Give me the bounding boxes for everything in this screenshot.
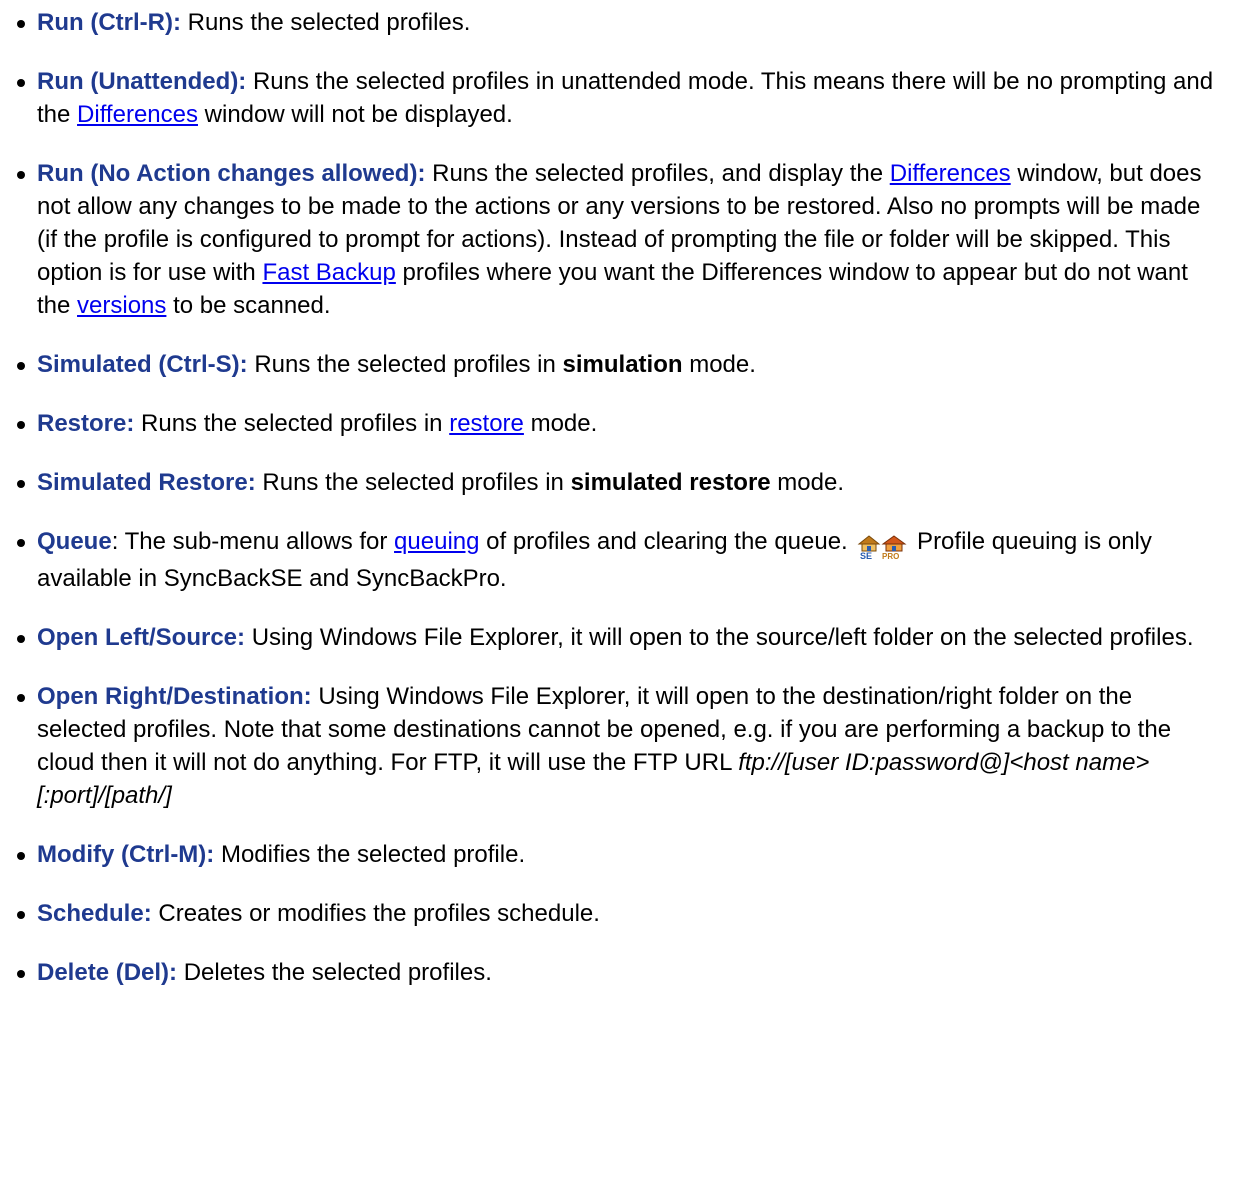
- term-queue: Queue: [37, 528, 112, 555]
- desc-text: Deletes the selected profiles.: [177, 959, 492, 986]
- edition-icons: SE PRO: [857, 529, 907, 562]
- syncback-se-icon: SE: [857, 535, 881, 560]
- versions-link[interactable]: versions: [77, 292, 166, 319]
- term-open-right: Open Right/Destination:: [37, 683, 312, 710]
- restore-link[interactable]: restore: [449, 410, 524, 437]
- desc-text: Runs the selected profiles, and display …: [425, 160, 890, 187]
- list-item-modify: Modify (Ctrl-M): Modifies the selected p…: [0, 838, 1221, 871]
- fast-backup-link[interactable]: Fast Backup: [262, 259, 395, 286]
- bullet-icon: [17, 539, 25, 547]
- bullet-icon: [17, 421, 25, 429]
- list-item-simulated-restore: Simulated Restore: Runs the selected pro…: [0, 466, 1221, 499]
- desc-text: mode.: [770, 469, 845, 496]
- syncback-pro-icon: PRO: [881, 535, 907, 560]
- term-schedule: Schedule:: [37, 900, 152, 927]
- list-item-queue: Queue: The sub-menu allows for queuing o…: [0, 525, 1221, 595]
- desc-text: : The sub-menu allows for: [111, 528, 395, 555]
- list-item-delete: Delete (Del): Deletes the selected profi…: [0, 956, 1221, 989]
- bullet-icon: [17, 362, 25, 370]
- desc-text: Runs the selected profiles in: [247, 351, 563, 378]
- term-delete: Delete (Del):: [37, 959, 178, 986]
- help-document: Run (Ctrl-R): Runs the selected profiles…: [0, 0, 1233, 989]
- desc-text: Creates or modifies the profiles schedul…: [151, 900, 600, 927]
- term-simulated-restore: Simulated Restore:: [37, 469, 256, 496]
- menu-options-list: Run (Ctrl-R): Runs the selected profiles…: [0, 6, 1221, 989]
- term-restore: Restore:: [37, 410, 135, 437]
- bullet-icon: [17, 480, 25, 488]
- desc-text: to be scanned.: [166, 292, 331, 319]
- list-item-schedule: Schedule: Creates or modifies the profil…: [0, 897, 1221, 930]
- svg-text:SE: SE: [860, 551, 872, 560]
- desc-text: Runs the selected profiles in: [255, 469, 571, 496]
- desc-run: Runs the selected profiles.: [180, 9, 471, 36]
- desc-text: Using Windows File Explorer, it will ope…: [245, 624, 1194, 651]
- list-item-open-left: Open Left/Source: Using Windows File Exp…: [0, 621, 1221, 654]
- bullet-icon: [17, 970, 25, 978]
- list-item-run-no-action: Run (No Action changes allowed): Runs th…: [0, 157, 1221, 322]
- list-item-simulated: Simulated (Ctrl-S): Runs the selected pr…: [0, 348, 1221, 381]
- term-open-left: Open Left/Source:: [37, 624, 246, 651]
- emphasis-simulation: simulation: [562, 351, 683, 378]
- bullet-icon: [17, 694, 25, 702]
- desc-text: mode.: [682, 351, 756, 378]
- list-item-run-unattended: Run (Unattended): Runs the selected prof…: [0, 65, 1221, 131]
- differences-link[interactable]: Differences: [890, 160, 1011, 187]
- term-modify: Modify (Ctrl-M):: [37, 841, 215, 868]
- term-simulated: Simulated (Ctrl-S):: [37, 351, 248, 378]
- bullet-icon: [17, 79, 25, 87]
- term-run: Run (Ctrl-R):: [37, 9, 181, 36]
- desc-text: window will not be displayed.: [197, 101, 513, 128]
- bullet-icon: [17, 852, 25, 860]
- list-item-run: Run (Ctrl-R): Runs the selected profiles…: [0, 6, 1221, 39]
- svg-text:PRO: PRO: [882, 552, 899, 560]
- desc-text: Runs the selected profiles in: [134, 410, 450, 437]
- bullet-icon: [17, 911, 25, 919]
- bullet-icon: [17, 635, 25, 643]
- differences-link[interactable]: Differences: [77, 101, 198, 128]
- term-run-no-action: Run (No Action changes allowed):: [37, 160, 426, 187]
- queuing-link[interactable]: queuing: [394, 528, 479, 555]
- desc-text: of profiles and clearing the queue.: [479, 528, 855, 555]
- list-item-open-right: Open Right/Destination: Using Windows Fi…: [0, 680, 1221, 812]
- term-run-unattended: Run (Unattended):: [37, 68, 247, 95]
- emphasis-simulated-restore: simulated restore: [570, 469, 771, 496]
- desc-text: Modifies the selected profile.: [214, 841, 526, 868]
- list-item-restore: Restore: Runs the selected profiles in r…: [0, 407, 1221, 440]
- bullet-icon: [17, 20, 25, 28]
- desc-text: mode.: [523, 410, 598, 437]
- bullet-icon: [17, 171, 25, 179]
